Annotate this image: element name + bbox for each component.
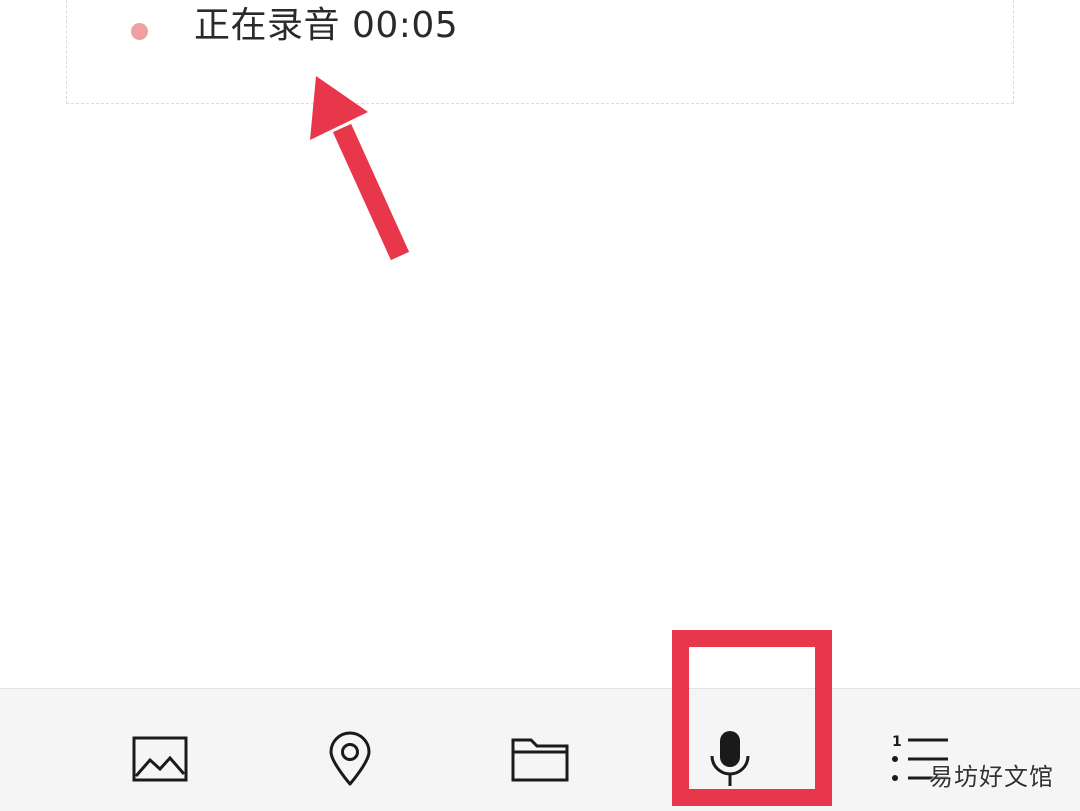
insert-location-button[interactable] xyxy=(302,711,398,807)
annotation-highlight-box xyxy=(672,630,832,806)
insert-file-button[interactable] xyxy=(492,711,588,807)
recording-status-text: 正在录音 00:05 xyxy=(194,5,459,46)
image-icon xyxy=(132,736,188,782)
bottom-toolbar: 1 xyxy=(0,688,1080,811)
folder-icon xyxy=(511,738,569,782)
insert-image-button[interactable] xyxy=(112,711,208,807)
svg-text:1: 1 xyxy=(892,734,902,750)
recording-indicator-dot xyxy=(131,23,148,40)
location-pin-icon xyxy=(329,731,371,786)
watermark-text: 易坊好文馆 xyxy=(929,763,1054,791)
